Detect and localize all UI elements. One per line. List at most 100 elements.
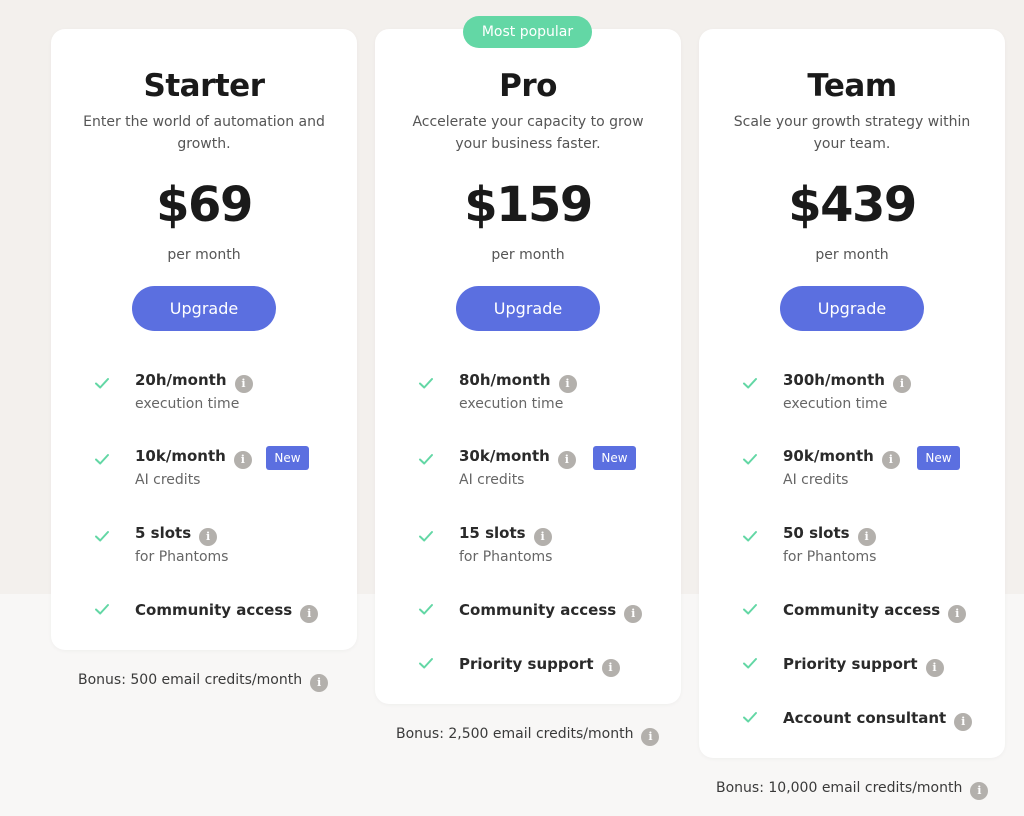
- plan-description: Accelerate your capacity to grow your bu…: [412, 114, 644, 152]
- feature-item: 30k/month i AI credits New: [417, 446, 667, 491]
- check-icon: [743, 604, 757, 615]
- feature-subtitle: execution time: [783, 396, 888, 412]
- feature-subtitle: execution time: [135, 396, 240, 412]
- feature-item: Community access i: [741, 601, 991, 645]
- bonus-team: Bonus: 10,000 email credits/month i: [716, 779, 989, 800]
- feature-item: 5 slots i for Phantoms: [93, 524, 343, 568]
- check-icon: [95, 531, 109, 542]
- feature-title: Community access: [459, 601, 617, 619]
- feature-item: 20h/month i execution time: [93, 371, 343, 415]
- bonus-text: Bonus: 500 email credits/month: [78, 672, 303, 688]
- plan-price: $439: [788, 177, 917, 233]
- check-icon: [743, 531, 757, 542]
- feature-title: 50 slots: [783, 524, 850, 542]
- feature-subtitle: AI credits: [135, 472, 201, 488]
- info-icon[interactable]: i: [300, 605, 319, 623]
- feature-item: 300h/month i execution time: [741, 371, 991, 415]
- feature-subtitle: for Phantoms: [783, 549, 877, 565]
- new-badge: New: [593, 446, 636, 470]
- feature-title: 15 slots: [459, 524, 526, 542]
- bonus-text: Bonus: 2,500 email credits/month: [396, 726, 634, 742]
- info-icon[interactable]: i: [558, 375, 577, 393]
- feature-title: 20h/month: [135, 371, 227, 389]
- info-icon[interactable]: i: [970, 782, 989, 800]
- check-icon: [743, 378, 757, 389]
- feature-item: 80h/month i execution time: [417, 371, 667, 415]
- check-icon: [95, 604, 109, 615]
- feature-title: 30k/month: [459, 447, 550, 465]
- check-icon: [743, 454, 757, 465]
- info-icon[interactable]: i: [533, 528, 552, 546]
- feature-title: Priority support: [459, 655, 594, 673]
- new-badge: New: [266, 446, 309, 470]
- info-icon[interactable]: i: [641, 728, 660, 746]
- feature-subtitle: execution time: [459, 396, 564, 412]
- bonus-starter: Bonus: 500 email credits/month i: [78, 671, 329, 692]
- info-icon[interactable]: i: [199, 528, 218, 546]
- feature-title: 300h/month: [783, 371, 885, 389]
- upgrade-button-pro[interactable]: Upgrade: [456, 286, 600, 331]
- feature-title: Community access: [783, 601, 941, 619]
- check-icon: [419, 454, 433, 465]
- feature-title: 10k/month: [135, 447, 226, 465]
- price-period: per month: [491, 247, 565, 263]
- check-icon: [95, 454, 109, 465]
- plan-description: Enter the world of automation and growth…: [83, 114, 325, 152]
- feature-subtitle: for Phantoms: [459, 549, 553, 565]
- upgrade-button-starter[interactable]: Upgrade: [132, 286, 276, 331]
- feature-title: 5 slots: [135, 524, 192, 542]
- check-icon: [419, 658, 433, 669]
- info-icon[interactable]: i: [857, 528, 876, 546]
- feature-title: Community access: [135, 601, 293, 619]
- feature-subtitle: AI credits: [459, 472, 525, 488]
- plan-card-starter: Starter Enter the world of automation an…: [51, 29, 357, 650]
- feature-item: 15 slots i for Phantoms: [417, 524, 667, 568]
- check-icon: [743, 712, 757, 723]
- upgrade-button-team[interactable]: Upgrade: [780, 286, 924, 331]
- plan-name: Team: [807, 68, 897, 104]
- feature-item: Community access i: [417, 601, 667, 645]
- check-icon: [419, 531, 433, 542]
- feature-item: Community access i: [93, 601, 343, 645]
- feature-subtitle: AI credits: [783, 472, 849, 488]
- feature-item: 90k/month i AI credits New: [741, 446, 991, 491]
- feature-title: Priority support: [783, 655, 918, 673]
- feature-title: Account consultant: [783, 709, 947, 727]
- price-period: per month: [167, 247, 241, 263]
- info-icon[interactable]: i: [557, 451, 576, 469]
- check-icon: [95, 378, 109, 389]
- info-icon[interactable]: i: [234, 375, 253, 393]
- info-icon[interactable]: i: [233, 451, 252, 469]
- bonus-pro: Bonus: 2,500 email credits/month i: [396, 725, 660, 746]
- plan-name: Pro: [499, 68, 557, 104]
- info-icon[interactable]: i: [881, 451, 900, 469]
- price-period: per month: [815, 247, 889, 263]
- bonus-text: Bonus: 10,000 email credits/month: [716, 780, 963, 796]
- feature-title: 80h/month: [459, 371, 551, 389]
- feature-subtitle: for Phantoms: [135, 549, 229, 565]
- check-icon: [419, 604, 433, 615]
- feature-item: Priority support i: [741, 655, 991, 699]
- feature-title: 90k/month: [783, 447, 874, 465]
- plan-price: $159: [464, 177, 593, 233]
- feature-item: 50 slots i for Phantoms: [741, 524, 991, 568]
- new-badge: New: [917, 446, 960, 470]
- feature-item: Account consultant i: [741, 709, 991, 753]
- most-popular-badge: Most popular: [463, 16, 592, 48]
- plan-card-team: Team Scale your growth strategy within y…: [699, 29, 1005, 758]
- plan-name: Starter: [143, 68, 265, 104]
- info-icon[interactable]: i: [892, 375, 911, 393]
- info-icon[interactable]: i: [954, 713, 973, 731]
- plan-price: $69: [156, 177, 253, 233]
- check-icon: [419, 378, 433, 389]
- plan-description: Scale your growth strategy within your t…: [733, 114, 971, 152]
- plan-card-pro: Pro Accelerate your capacity to grow you…: [375, 29, 681, 704]
- feature-item: 10k/month i AI credits New: [93, 446, 343, 491]
- info-icon[interactable]: i: [601, 659, 620, 677]
- feature-item: Priority support i: [417, 655, 667, 699]
- info-icon[interactable]: i: [310, 674, 329, 692]
- info-icon[interactable]: i: [624, 605, 643, 623]
- check-icon: [743, 658, 757, 669]
- info-icon[interactable]: i: [925, 659, 944, 677]
- info-icon[interactable]: i: [948, 605, 967, 623]
